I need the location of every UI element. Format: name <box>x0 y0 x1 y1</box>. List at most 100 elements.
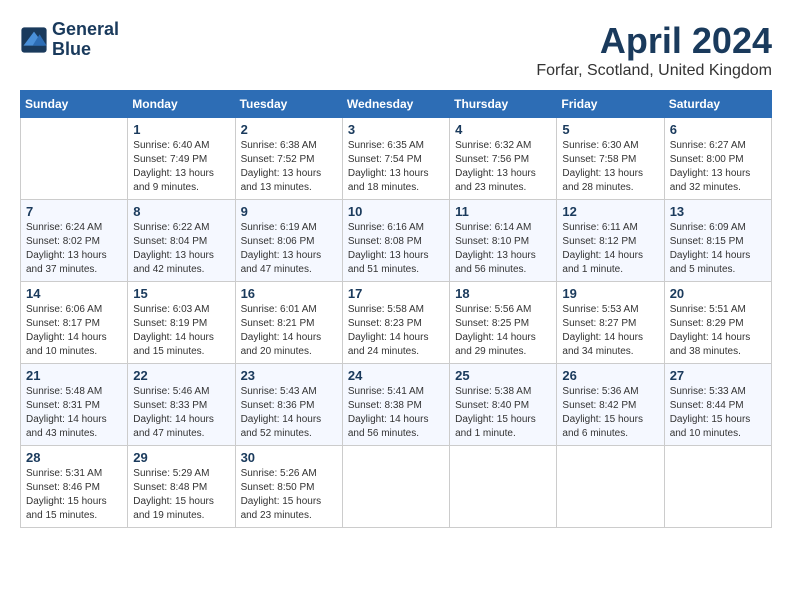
calendar-cell: 6Sunrise: 6:27 AMSunset: 8:00 PMDaylight… <box>664 118 771 200</box>
day-info: Sunrise: 6:32 AMSunset: 7:56 PMDaylight:… <box>455 139 551 195</box>
logo-icon <box>20 26 48 54</box>
day-number: 6 <box>670 122 766 137</box>
calendar-cell: 27 Sunrise: 5:33 AMSunset: 8:44 PMDayligh… <box>664 364 771 446</box>
calendar-week-row: 14 Sunrise: 6:06 AMSunset: 8:17 PMDayligh… <box>21 282 772 364</box>
calendar-week-row: 1Sunrise: 6:40 AMSunset: 7:49 PMDaylight… <box>21 118 772 200</box>
day-number: 11 <box>455 204 551 219</box>
day-info: Sunrise: 6:06 AMSunset: 8:17 PMDaylight:… <box>26 303 122 359</box>
calendar-cell: 26 Sunrise: 5:36 AMSunset: 8:42 PMDayligh… <box>557 364 664 446</box>
day-info: Sunrise: 5:41 AMSunset: 8:38 PMDaylight:… <box>348 385 444 441</box>
day-info: Sunrise: 6:19 AMSunset: 8:06 PMDaylight:… <box>241 221 337 277</box>
day-info: Sunrise: 5:58 AMSunset: 8:23 PMDaylight:… <box>348 303 444 359</box>
calendar-cell: 20Sunrise: 5:51 AMSunset: 8:29 PMDayligh… <box>664 282 771 364</box>
day-info: Sunrise: 5:26 AMSunset: 8:50 PMDaylight:… <box>241 467 337 523</box>
weekday-header: Thursday <box>450 91 557 118</box>
calendar-cell: 18 Sunrise: 5:56 AMSunset: 8:25 PMDayligh… <box>450 282 557 364</box>
logo-text: General Blue <box>52 20 119 60</box>
weekday-header: Tuesday <box>235 91 342 118</box>
calendar-cell: 11 Sunrise: 6:14 AMSunset: 8:10 PMDayligh… <box>450 200 557 282</box>
day-info: Sunrise: 5:38 AMSunset: 8:40 PMDaylight:… <box>455 385 551 441</box>
day-info: Sunrise: 6:03 AMSunset: 8:19 PMDaylight:… <box>133 303 229 359</box>
day-number: 26 <box>562 368 658 383</box>
weekday-header: Monday <box>128 91 235 118</box>
day-number: 13 <box>670 204 766 219</box>
calendar-cell: 3 Sunrise: 6:35 AMSunset: 7:54 PMDaylight… <box>342 118 449 200</box>
calendar-cell: 13 Sunrise: 6:09 AMSunset: 8:15 PMDayligh… <box>664 200 771 282</box>
day-number: 15 <box>133 286 229 301</box>
day-number: 24 <box>348 368 444 383</box>
calendar-cell <box>450 446 557 528</box>
day-number: 3 <box>348 122 444 137</box>
calendar-cell: 16 Sunrise: 6:01 AMSunset: 8:21 PMDayligh… <box>235 282 342 364</box>
logo: General Blue <box>20 20 119 60</box>
calendar-cell: 28 Sunrise: 5:31 AMSunset: 8:46 PMDayligh… <box>21 446 128 528</box>
day-number: 14 <box>26 286 122 301</box>
day-number: 18 <box>455 286 551 301</box>
day-info: Sunrise: 5:36 AMSunset: 8:42 PMDaylight:… <box>562 385 658 441</box>
day-info: Sunrise: 6:14 AMSunset: 8:10 PMDaylight:… <box>455 221 551 277</box>
day-info: Sunrise: 5:51 AMSunset: 8:29 PMDaylight:… <box>670 303 766 359</box>
day-number: 10 <box>348 204 444 219</box>
weekday-header: Saturday <box>664 91 771 118</box>
day-number: 8 <box>133 204 229 219</box>
day-info: Sunrise: 5:33 AMSunset: 8:44 PMDaylight:… <box>670 385 766 441</box>
day-number: 17 <box>348 286 444 301</box>
day-info: Sunrise: 6:22 AMSunset: 8:04 PMDaylight:… <box>133 221 229 277</box>
calendar-cell: 29 Sunrise: 5:29 AMSunset: 8:48 PMDayligh… <box>128 446 235 528</box>
day-info: Sunrise: 6:11 AMSunset: 8:12 PMDaylight:… <box>562 221 658 277</box>
day-number: 7 <box>26 204 122 219</box>
calendar-cell: 10 Sunrise: 6:16 AMSunset: 8:08 PMDayligh… <box>342 200 449 282</box>
day-info: Sunrise: 6:35 AMSunset: 7:54 PMDaylight:… <box>348 139 444 195</box>
day-number: 5 <box>562 122 658 137</box>
calendar-cell: 24 Sunrise: 5:41 AMSunset: 8:38 PMDayligh… <box>342 364 449 446</box>
calendar-cell: 15 Sunrise: 6:03 AMSunset: 8:19 PMDayligh… <box>128 282 235 364</box>
weekday-header: Friday <box>557 91 664 118</box>
calendar-cell: 23 Sunrise: 5:43 AMSunset: 8:36 PMDayligh… <box>235 364 342 446</box>
calendar-cell <box>664 446 771 528</box>
day-number: 9 <box>241 204 337 219</box>
day-number: 16 <box>241 286 337 301</box>
day-number: 23 <box>241 368 337 383</box>
day-number: 1 <box>133 122 229 137</box>
day-number: 29 <box>133 450 229 465</box>
day-number: 28 <box>26 450 122 465</box>
calendar-cell: 17 Sunrise: 5:58 AMSunset: 8:23 PMDayligh… <box>342 282 449 364</box>
calendar-cell <box>557 446 664 528</box>
day-info: Sunrise: 6:09 AMSunset: 8:15 PMDaylight:… <box>670 221 766 277</box>
calendar-table: SundayMondayTuesdayWednesdayThursdayFrid… <box>20 90 772 528</box>
day-info: Sunrise: 6:01 AMSunset: 8:21 PMDaylight:… <box>241 303 337 359</box>
day-number: 19 <box>562 286 658 301</box>
day-number: 4 <box>455 122 551 137</box>
calendar-cell: 9 Sunrise: 6:19 AMSunset: 8:06 PMDaylight… <box>235 200 342 282</box>
calendar-cell: 2Sunrise: 6:38 AMSunset: 7:52 PMDaylight… <box>235 118 342 200</box>
calendar-cell <box>21 118 128 200</box>
calendar-cell: 25 Sunrise: 5:38 AMSunset: 8:40 PMDayligh… <box>450 364 557 446</box>
location: Forfar, Scotland, United Kingdom <box>536 62 772 80</box>
calendar-cell: 22Sunrise: 5:46 AMSunset: 8:33 PMDayligh… <box>128 364 235 446</box>
weekday-header: Sunday <box>21 91 128 118</box>
calendar-cell: 30 Sunrise: 5:26 AMSunset: 8:50 PMDayligh… <box>235 446 342 528</box>
calendar-cell: 21Sunrise: 5:48 AMSunset: 8:31 PMDayligh… <box>21 364 128 446</box>
day-info: Sunrise: 5:43 AMSunset: 8:36 PMDaylight:… <box>241 385 337 441</box>
day-info: Sunrise: 6:24 AMSunset: 8:02 PMDaylight:… <box>26 221 122 277</box>
day-number: 27 <box>670 368 766 383</box>
calendar-cell: 4 Sunrise: 6:32 AMSunset: 7:56 PMDaylight… <box>450 118 557 200</box>
day-number: 30 <box>241 450 337 465</box>
month-title: April 2024 <box>536 20 772 62</box>
day-number: 25 <box>455 368 551 383</box>
calendar-cell: 7 Sunrise: 6:24 AMSunset: 8:02 PMDaylight… <box>21 200 128 282</box>
calendar-cell: 12 Sunrise: 6:11 AMSunset: 8:12 PMDayligh… <box>557 200 664 282</box>
calendar-header-row: SundayMondayTuesdayWednesdayThursdayFrid… <box>21 91 772 118</box>
title-block: April 2024 Forfar, Scotland, United King… <box>536 20 772 80</box>
day-info: Sunrise: 5:56 AMSunset: 8:25 PMDaylight:… <box>455 303 551 359</box>
day-info: Sunrise: 5:31 AMSunset: 8:46 PMDaylight:… <box>26 467 122 523</box>
day-info: Sunrise: 6:16 AMSunset: 8:08 PMDaylight:… <box>348 221 444 277</box>
page-header: General Blue April 2024 Forfar, Scotland… <box>20 20 772 80</box>
calendar-cell: 1Sunrise: 6:40 AMSunset: 7:49 PMDaylight… <box>128 118 235 200</box>
day-info: Sunrise: 5:53 AMSunset: 8:27 PMDaylight:… <box>562 303 658 359</box>
day-info: Sunrise: 5:48 AMSunset: 8:31 PMDaylight:… <box>26 385 122 441</box>
day-number: 12 <box>562 204 658 219</box>
day-info: Sunrise: 5:29 AMSunset: 8:48 PMDaylight:… <box>133 467 229 523</box>
calendar-cell: 8 Sunrise: 6:22 AMSunset: 8:04 PMDaylight… <box>128 200 235 282</box>
day-info: Sunrise: 5:46 AMSunset: 8:33 PMDaylight:… <box>133 385 229 441</box>
